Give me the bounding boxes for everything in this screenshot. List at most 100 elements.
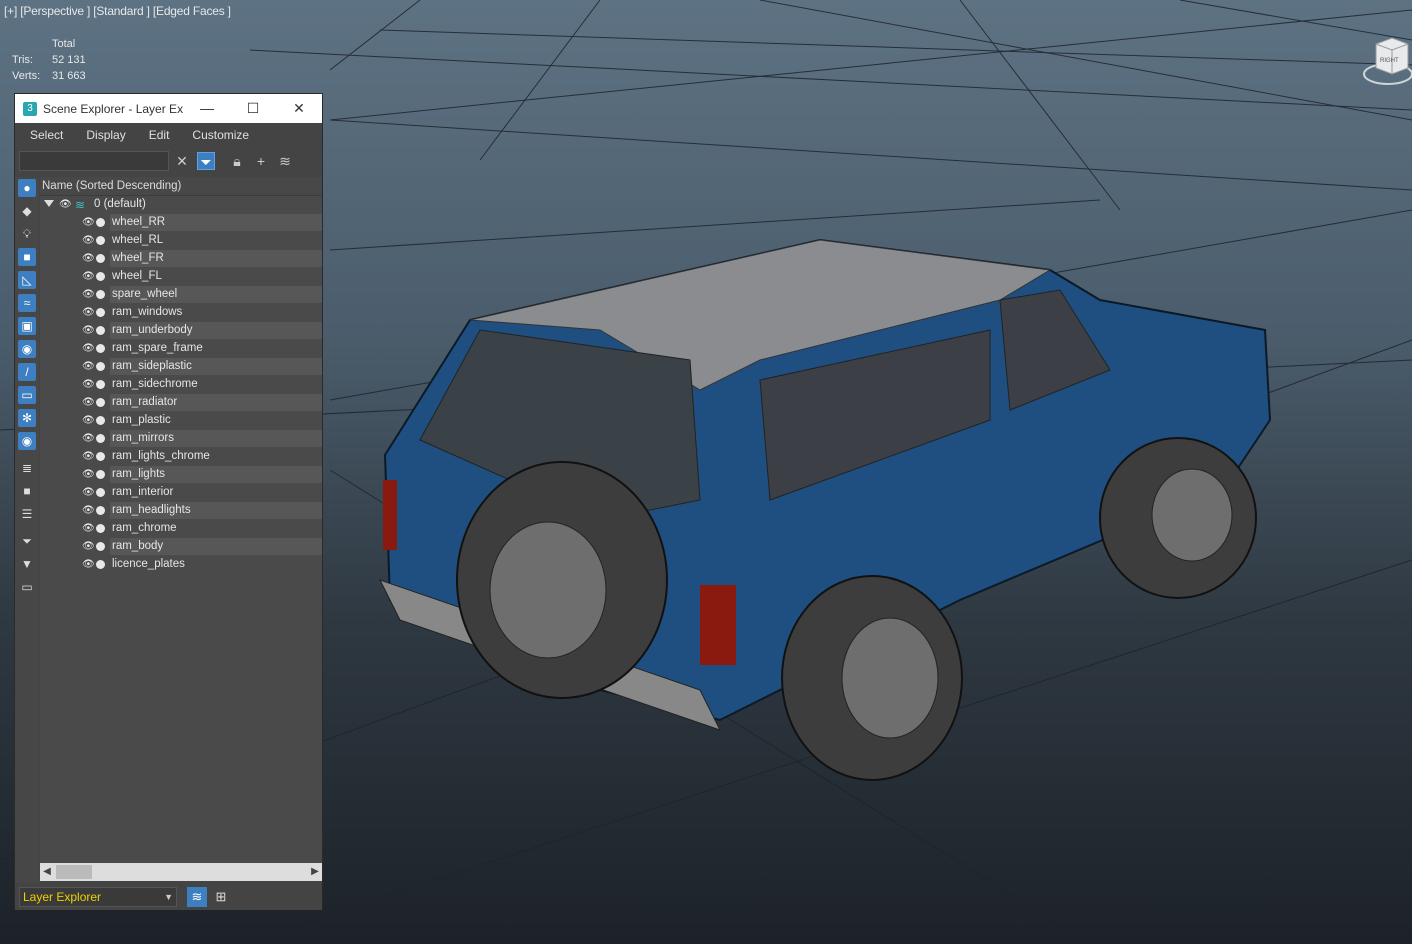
filter-icon[interactable]: ⏷ [197, 152, 215, 170]
eye-icon[interactable]: 👁︎ [82, 307, 95, 319]
eye-icon[interactable]: 👁︎ [82, 253, 95, 265]
scroll-right-icon[interactable]: ▶ [308, 863, 322, 881]
expand-arrow-icon[interactable] [44, 200, 54, 207]
layer-item-row[interactable]: 👁︎ wheel_RR [40, 214, 322, 232]
maximize-button[interactable]: ☐ [230, 94, 276, 123]
eye-icon[interactable]: 👁︎ [82, 397, 95, 409]
column-header[interactable]: Name (Sorted Descending) [40, 177, 322, 196]
display-all-icon[interactable]: ● [18, 179, 36, 197]
layer-item-row[interactable]: 👁︎ spare_wheel [40, 286, 322, 304]
hierarchy-icon[interactable]: ⊞ [211, 887, 231, 907]
layer-box-icon[interactable]: ▭ [18, 578, 36, 596]
geometry-icon[interactable]: ◆ [18, 202, 36, 220]
layers-icon[interactable]: ≋ [276, 152, 294, 170]
box-icon[interactable]: ■ [18, 482, 36, 500]
freeze-dot-icon[interactable] [96, 272, 105, 281]
menu-customize[interactable]: Customize [177, 128, 257, 142]
freeze-dot-icon[interactable] [96, 452, 105, 461]
helpers-icon[interactable]: ◺ [18, 271, 36, 289]
freeze-dot-icon[interactable] [96, 506, 105, 515]
viewport-label[interactable]: [+] [Perspective ] [Standard ] [Edged Fa… [4, 4, 231, 18]
layer-row-default[interactable]: 👁︎ ≋ 0 (default) [40, 196, 322, 214]
layer-item-row[interactable]: 👁︎ ram_underbody [40, 322, 322, 340]
eye-icon[interactable]: 👁︎ [82, 343, 95, 355]
explorer-mode-select[interactable]: Layer Explorer ▼ [19, 887, 177, 907]
freeze-dot-icon[interactable] [96, 542, 105, 551]
bones-icon[interactable]: / [18, 363, 36, 381]
layer-item-row[interactable]: 👁︎ ram_body [40, 538, 322, 556]
visibility-icon[interactable]: ◉ [18, 432, 36, 450]
notes-icon[interactable]: ☰ [18, 505, 36, 523]
spacewarps-icon[interactable]: ≈ [18, 294, 36, 312]
viewcube-icon[interactable]: RIGHT [1358, 30, 1412, 90]
menu-select[interactable]: Select [15, 128, 71, 142]
freeze-dot-icon[interactable] [96, 380, 105, 389]
xrefs-icon[interactable]: ◉ [18, 340, 36, 358]
eye-icon[interactable]: 👁︎ [59, 199, 72, 211]
layer-item-row[interactable]: 👁︎ ram_radiator [40, 394, 322, 412]
layer-item-row[interactable]: 👁︎ licence_plates [40, 556, 322, 574]
freeze-dot-icon[interactable] [96, 236, 105, 245]
menu-edit[interactable]: Edit [134, 128, 178, 142]
layer-item-row[interactable]: 👁︎ wheel_RL [40, 232, 322, 250]
title-bar[interactable]: 3 Scene Explorer - Layer Ex... — ☐ ✕ [15, 94, 322, 123]
freeze-dot-icon[interactable] [96, 362, 105, 371]
groups-icon[interactable]: ▣ [18, 317, 36, 335]
sort-by-layer-icon[interactable]: ≋ [187, 887, 207, 907]
layer-item-row[interactable]: 👁︎ ram_sideplastic [40, 358, 322, 376]
eye-icon[interactable]: 👁︎ [82, 235, 95, 247]
clear-search-icon[interactable]: ✕ [173, 152, 191, 170]
eye-icon[interactable]: 👁︎ [82, 379, 95, 391]
freeze-dot-icon[interactable] [96, 416, 105, 425]
particles-icon[interactable]: ✻ [18, 409, 36, 427]
eye-icon[interactable]: 👁︎ [82, 415, 95, 427]
scroll-left-icon[interactable]: ◀ [40, 863, 54, 881]
layer-item-row[interactable]: 👁︎ wheel_FR [40, 250, 322, 268]
freeze-dot-icon[interactable] [96, 488, 105, 497]
freeze-dot-icon[interactable] [96, 398, 105, 407]
lights-icon[interactable]: 💡︎ [18, 225, 36, 243]
freeze-dot-icon[interactable] [96, 218, 105, 227]
eye-icon[interactable]: 👁︎ [82, 469, 95, 481]
eye-icon[interactable]: 👁︎ [82, 289, 95, 301]
eye-icon[interactable]: 👁︎ [82, 487, 95, 499]
eye-icon[interactable]: 👁︎ [82, 451, 95, 463]
eye-icon[interactable]: 👁︎ [82, 325, 95, 337]
freeze-dot-icon[interactable] [96, 326, 105, 335]
layer-item-row[interactable]: 👁︎ ram_windows [40, 304, 322, 322]
eye-icon[interactable]: 👁︎ [82, 271, 95, 283]
filter-off-icon[interactable]: ⏷ [18, 532, 36, 550]
freeze-dot-icon[interactable] [96, 470, 105, 479]
layer-item-row[interactable]: 👁︎ ram_sidechrome [40, 376, 322, 394]
layer-item-row[interactable]: 👁︎ ram_lights [40, 466, 322, 484]
add-layer-icon[interactable]: + [252, 152, 270, 170]
eye-icon[interactable]: 👁︎ [82, 505, 95, 517]
lock-icon[interactable]: 🔒︎ [228, 152, 246, 170]
layer-item-row[interactable]: 👁︎ ram_mirrors [40, 430, 322, 448]
search-input[interactable] [19, 151, 169, 171]
freeze-dot-icon[interactable] [96, 344, 105, 353]
funnel-icon[interactable]: ▼ [18, 555, 36, 573]
freeze-dot-icon[interactable] [96, 524, 105, 533]
freeze-dot-icon[interactable] [96, 290, 105, 299]
eye-icon[interactable]: 👁︎ [82, 217, 95, 229]
eye-icon[interactable]: 👁︎ [82, 559, 95, 571]
minimize-button[interactable]: — [184, 94, 230, 123]
horizontal-scrollbar[interactable]: ◀ ▶ [40, 863, 322, 881]
list-icon[interactable]: ≣ [18, 459, 36, 477]
layer-item-row[interactable]: 👁︎ ram_headlights [40, 502, 322, 520]
freeze-dot-icon[interactable] [96, 434, 105, 443]
close-button[interactable]: ✕ [276, 94, 322, 123]
layer-item-row[interactable]: 👁︎ ram_interior [40, 484, 322, 502]
layer-item-row[interactable]: 👁︎ ram_chrome [40, 520, 322, 538]
scrollbar-thumb[interactable] [56, 865, 92, 879]
layer-item-row[interactable]: 👁︎ wheel_FL [40, 268, 322, 286]
layer-item-row[interactable]: 👁︎ ram_plastic [40, 412, 322, 430]
freeze-dot-icon[interactable] [96, 254, 105, 263]
layer-item-row[interactable]: 👁︎ ram_lights_chrome [40, 448, 322, 466]
freeze-dot-icon[interactable] [96, 560, 105, 569]
eye-icon[interactable]: 👁︎ [82, 433, 95, 445]
menu-display[interactable]: Display [71, 128, 133, 142]
freeze-dot-icon[interactable] [96, 308, 105, 317]
layer-item-row[interactable]: 👁︎ ram_spare_frame [40, 340, 322, 358]
